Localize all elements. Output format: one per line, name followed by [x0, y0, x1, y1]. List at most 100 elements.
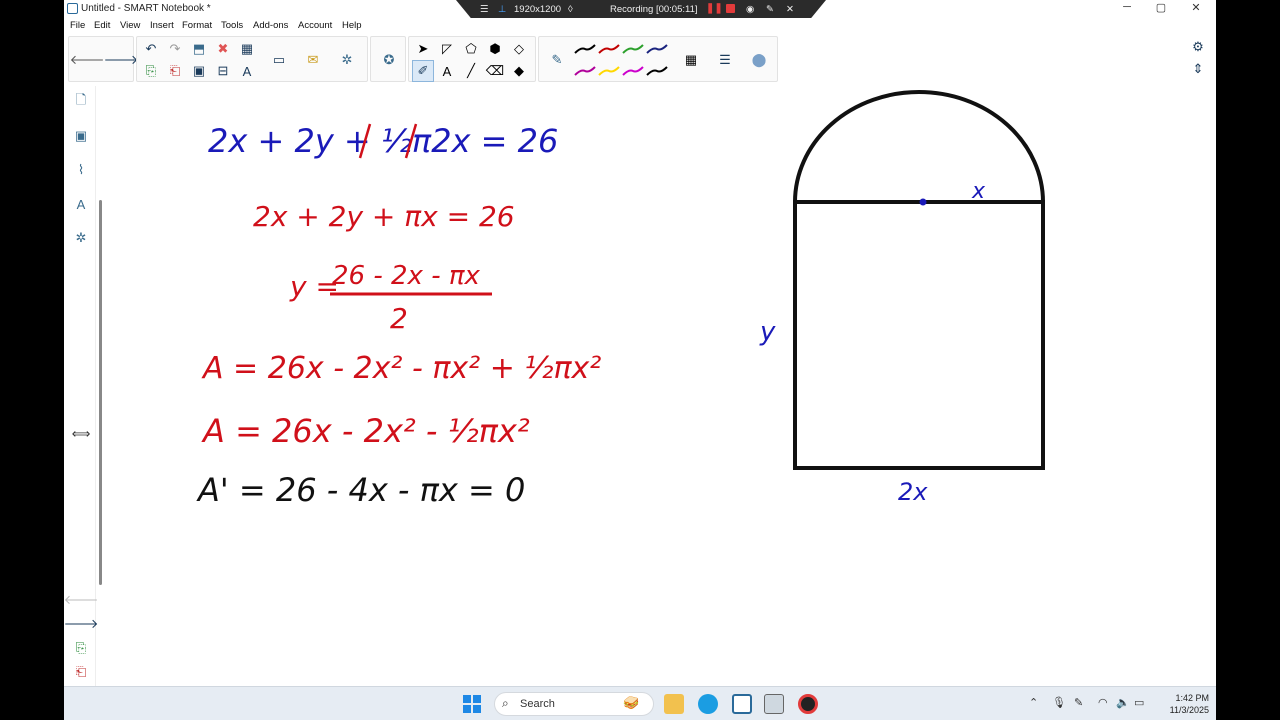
scrollbar[interactable]: [99, 200, 102, 585]
settings-gear-icon[interactable]: ⚙: [1188, 37, 1208, 57]
save-icon[interactable]: ▣: [189, 61, 209, 81]
add-ons-panel-icon[interactable]: ✲: [73, 230, 89, 246]
delete-page-icon[interactable]: ⎗: [165, 61, 185, 81]
equation-6: A' = 26 - 4x - πx = 0: [196, 471, 525, 509]
fill-effects-icon[interactable]: ⬤: [749, 50, 769, 70]
pen-tray-icon[interactable]: ✎: [1074, 696, 1083, 709]
battery-icon[interactable]: ▭: [1134, 696, 1144, 709]
table-icon[interactable]: ▦: [237, 39, 257, 59]
camera-icon[interactable]: ◉: [746, 4, 754, 15]
volume-icon[interactable]: 🔈: [1116, 696, 1130, 709]
audio-icon[interactable]: ◊: [568, 4, 573, 15]
menu-addons[interactable]: Add-ons: [253, 20, 288, 31]
pen-swatch[interactable]: [622, 44, 644, 54]
wifi-icon[interactable]: ◠: [1098, 696, 1108, 709]
properties-icon[interactable]: A: [73, 196, 89, 212]
page-sorter-icon[interactable]: 🗋: [73, 92, 89, 110]
taskbar-search[interactable]: ⌕ Search 🥪: [494, 692, 654, 716]
menu-file[interactable]: File: [70, 20, 85, 31]
next-page-icon[interactable]: 🡒: [104, 50, 139, 70]
redo-icon[interactable]: ↷: [165, 39, 185, 59]
smart-notebook-taskbar-icon[interactable]: [732, 694, 752, 714]
search-highlight-icon: 🥪: [623, 695, 640, 710]
height-label: y: [759, 317, 776, 347]
rail-add-page-icon[interactable]: ⎘: [73, 640, 89, 656]
pin-icon[interactable]: ⊥: [498, 4, 506, 15]
menu-account[interactable]: Account: [298, 20, 332, 31]
windows-start-icon[interactable]: [462, 694, 482, 714]
gallery-icon[interactable]: ▣: [73, 128, 89, 144]
pen-icon[interactable]: ✎: [766, 4, 774, 15]
menu-tools[interactable]: Tools: [221, 20, 243, 31]
microphone-icon[interactable]: 🎙: [1052, 696, 1066, 709]
shape-icon[interactable]: ◸: [437, 39, 457, 59]
menu-view[interactable]: View: [120, 20, 140, 31]
lines-icon[interactable]: ⬠: [461, 39, 481, 59]
pen-swatch[interactable]: [646, 66, 668, 76]
edge-browser-icon[interactable]: [698, 694, 718, 714]
pen-swatch[interactable]: [598, 66, 620, 76]
app-screen: Untitled - SMART Notebook * ─ ▢ ✕ ☰ ⊥ 19…: [64, 0, 1216, 720]
side-tab-rail: 🗋 ▣ ⌇ A ✲ ⟺ 🡐 🡒 ⎘ ⎗: [64, 86, 98, 686]
drawing-area[interactable]: 2x + 2y + ½π2x = 26 2x + 2y + πx = 26 y …: [108, 86, 1216, 686]
rail-delete-page-icon[interactable]: ⎗: [73, 664, 89, 680]
screen-capture-icon[interactable]: ▭: [269, 50, 289, 70]
screen-shade-icon[interactable]: ⊟: [213, 61, 233, 81]
menu-lines-icon[interactable]: ☰: [480, 4, 489, 15]
pen-color-swatches[interactable]: [573, 39, 669, 83]
eraser-fill-icon[interactable]: ◇: [509, 39, 529, 59]
undo-icon[interactable]: ↶: [141, 39, 161, 59]
notebook-canvas[interactable]: 2x + 2y + ½π2x = 26 2x + 2y + πx = 26 y …: [108, 86, 1216, 686]
minimize-button[interactable]: ─: [1112, 1, 1142, 13]
menu-bar: File Edit View Insert Format Tools Add-o…: [64, 18, 1216, 33]
pause-icon[interactable]: ❚❚: [706, 3, 723, 14]
pen-swatch[interactable]: [646, 44, 668, 54]
close-button[interactable]: ✕: [1181, 1, 1211, 14]
rail-previous-icon[interactable]: 🡐: [64, 592, 98, 608]
clock-date: 11/3/2025: [1169, 705, 1209, 715]
menu-insert[interactable]: Insert: [150, 20, 174, 31]
lesson-activity-icon[interactable]: ✉: [303, 50, 323, 70]
maximize-button[interactable]: ▢: [1146, 1, 1176, 14]
equation-4: A = 26x - 2x² - πx² + ½πx²: [201, 351, 601, 386]
pen-swatch[interactable]: [622, 66, 644, 76]
line-style-icon[interactable]: ☰: [715, 50, 735, 70]
menu-help[interactable]: Help: [342, 20, 362, 31]
pen-swatch[interactable]: [574, 44, 596, 54]
pens-tool-icon[interactable]: ✐: [412, 60, 434, 82]
new-page-icon[interactable]: ⎘: [141, 61, 161, 81]
open-icon[interactable]: ⬒: [189, 39, 209, 59]
file-explorer-icon[interactable]: [664, 694, 684, 714]
add-ons-icon[interactable]: ✲: [337, 50, 357, 70]
move-toolbar-icon[interactable]: ⇕: [1188, 59, 1208, 79]
pen-properties-group: ✎ ▦ ☰ ⬤: [538, 36, 778, 82]
menu-format[interactable]: Format: [182, 20, 212, 31]
text-tool-icon[interactable]: A: [437, 61, 457, 81]
fill-icon[interactable]: ⬢: [485, 39, 505, 59]
eraser-icon[interactable]: ⌫: [485, 61, 505, 81]
text-format-icon[interactable]: A: [237, 61, 257, 81]
pen-swatch[interactable]: [598, 44, 620, 54]
attachments-icon[interactable]: ⌇: [73, 162, 89, 178]
previous-page-icon[interactable]: 🡐: [70, 50, 105, 70]
delete-icon[interactable]: ✖: [213, 39, 233, 59]
tools-group: ➤ ◸ ⬠ ⬢ ◇ ✐ A ╱ ⌫ ◆: [408, 36, 536, 82]
resize-panel-icon[interactable]: ⟺: [72, 426, 91, 442]
edit-group: ↶ ↷ ⬒ ✖ ▦ ⎘ ⎗ ▣ ⊟ A ▭ ✉ ✲: [136, 36, 368, 82]
rail-next-icon[interactable]: 🡒: [64, 616, 98, 632]
response-icon[interactable]: ✪: [379, 50, 399, 70]
menu-edit[interactable]: Edit: [94, 20, 110, 31]
magic-pen-icon[interactable]: ◆: [509, 61, 529, 81]
clock-time: 1:42 PM: [1175, 693, 1209, 703]
stop-icon[interactable]: [726, 4, 735, 13]
system-clock[interactable]: 1:42 PM 11/3/2025: [1149, 692, 1209, 716]
tray-expand-icon[interactable]: ⌃: [1029, 696, 1038, 709]
line-tool-icon[interactable]: ╱: [461, 61, 481, 81]
close-recorder-icon[interactable]: ✕: [786, 4, 794, 15]
pen-type-icon[interactable]: ✎: [547, 50, 567, 70]
select-icon[interactable]: ➤: [413, 39, 433, 59]
remote-app-icon[interactable]: [764, 694, 784, 714]
pen-swatch[interactable]: [574, 66, 596, 76]
screen-recorder-icon[interactable]: [798, 694, 818, 714]
color-palette-icon[interactable]: ▦: [681, 50, 701, 70]
